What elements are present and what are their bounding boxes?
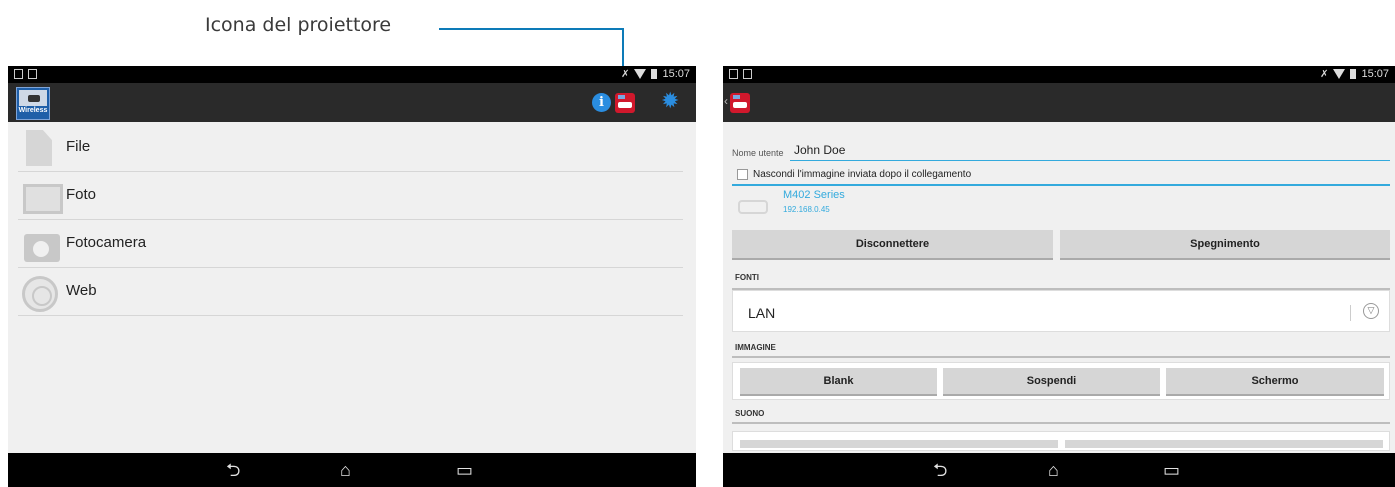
image-header: IMMAGINE	[735, 343, 776, 352]
callout-label: Icona del proiettore	[205, 14, 392, 36]
list-item-label: Fotocamera	[66, 234, 147, 251]
divider	[1350, 305, 1351, 321]
screenshot-icon	[743, 69, 752, 79]
divider	[732, 356, 1390, 358]
mute-icon: ✗	[621, 68, 630, 80]
hide-image-checkbox[interactable]	[737, 169, 748, 180]
sources-header: FONTI	[735, 273, 759, 282]
divider	[732, 184, 1390, 186]
wifi-icon	[1333, 69, 1346, 79]
sound-button[interactable]	[740, 440, 1058, 448]
gear-icon[interactable]: ✹	[661, 89, 679, 113]
notification-icon	[729, 69, 738, 79]
chevron-down-icon[interactable]: ▽	[1363, 303, 1379, 319]
info-icon[interactable]: i	[592, 93, 611, 112]
nav-bar: ⮌ ⌂ ▭	[723, 453, 1395, 487]
user-row: Nome utente John Doe	[732, 143, 1390, 163]
home-icon[interactable]: ⌂	[340, 461, 351, 479]
projector-logo-icon	[19, 90, 47, 106]
globe-icon	[22, 276, 58, 312]
projector-icon[interactable]	[615, 93, 635, 113]
device-name[interactable]: M402 Series	[783, 189, 845, 201]
divider	[732, 422, 1390, 424]
sound-header: SUONO	[735, 409, 765, 418]
sound-controls	[732, 431, 1390, 451]
notification-icon	[14, 69, 23, 79]
page: Icona del proiettore ✗ 15:07 Wireless i …	[0, 0, 1395, 487]
recents-icon[interactable]: ▭	[1163, 461, 1180, 479]
photo-icon	[23, 184, 63, 214]
list-item-file[interactable]: File	[18, 124, 683, 172]
list-item-camera[interactable]: Fotocamera	[18, 220, 683, 268]
battery-icon	[651, 69, 658, 79]
file-icon	[26, 130, 52, 166]
callout-line	[439, 28, 624, 30]
camera-icon	[24, 234, 60, 262]
disconnect-button[interactable]: Disconnettere	[732, 230, 1053, 260]
back-icon[interactable]: ⮌	[933, 461, 947, 479]
back-icon[interactable]: ⮌	[226, 461, 240, 479]
home-screen: ✗ 15:07 Wireless i ✹ File Foto Fotocamer…	[8, 66, 696, 487]
action-bar: ‹	[723, 83, 1395, 122]
hide-image-option[interactable]: Nascondi l'immagine inviata dopo il coll…	[737, 169, 971, 180]
suspend-button[interactable]: Sospendi	[943, 368, 1160, 396]
recents-icon[interactable]: ▭	[456, 461, 473, 479]
clock: 15:07	[1361, 68, 1389, 80]
username-field[interactable]: John Doe	[790, 143, 1390, 161]
list-item-web[interactable]: Web	[18, 268, 683, 316]
list-item-label: Foto	[66, 186, 97, 203]
screenshot-icon	[28, 69, 37, 79]
app-logo-text: Wireless	[18, 107, 48, 114]
back-chevron-icon[interactable]: ‹	[724, 94, 728, 108]
source-value: LAN	[748, 305, 776, 321]
screen-button[interactable]: Schermo	[1166, 368, 1384, 396]
status-bar: ✗ 15:07	[8, 66, 696, 83]
image-controls: Blank Sospendi Schermo	[732, 362, 1390, 400]
blank-button[interactable]: Blank	[740, 368, 937, 396]
nav-bar: ⮌ ⌂ ▭	[8, 453, 696, 487]
projector-icon[interactable]	[730, 93, 750, 113]
clock: 15:07	[662, 68, 690, 80]
hide-image-label: Nascondi l'immagine inviata dopo il coll…	[753, 169, 972, 180]
mute-icon: ✗	[1320, 68, 1329, 80]
media-list: File Foto Fotocamera Web	[18, 124, 683, 316]
list-item-label: File	[66, 138, 91, 155]
user-label: Nome utente	[732, 148, 784, 158]
projector-device-icon	[738, 200, 768, 214]
wifi-icon	[634, 69, 647, 79]
source-select[interactable]: LAN ▽	[732, 290, 1390, 332]
app-logo[interactable]: Wireless	[16, 87, 50, 120]
battery-icon	[1350, 69, 1357, 79]
action-bar: Wireless i ✹	[8, 83, 696, 122]
sound-button[interactable]	[1065, 440, 1383, 448]
home-icon[interactable]: ⌂	[1048, 461, 1059, 479]
list-item-photo[interactable]: Foto	[18, 172, 683, 220]
device-ip: 192.168.0.45	[783, 205, 830, 214]
status-bar: ✗ 15:07	[723, 66, 1395, 83]
shutdown-button[interactable]: Spegnimento	[1060, 230, 1390, 260]
list-item-label: Web	[66, 282, 97, 299]
projector-screen: ✗ 15:07 ‹ Nome utente John Doe Nascondi …	[723, 66, 1395, 487]
